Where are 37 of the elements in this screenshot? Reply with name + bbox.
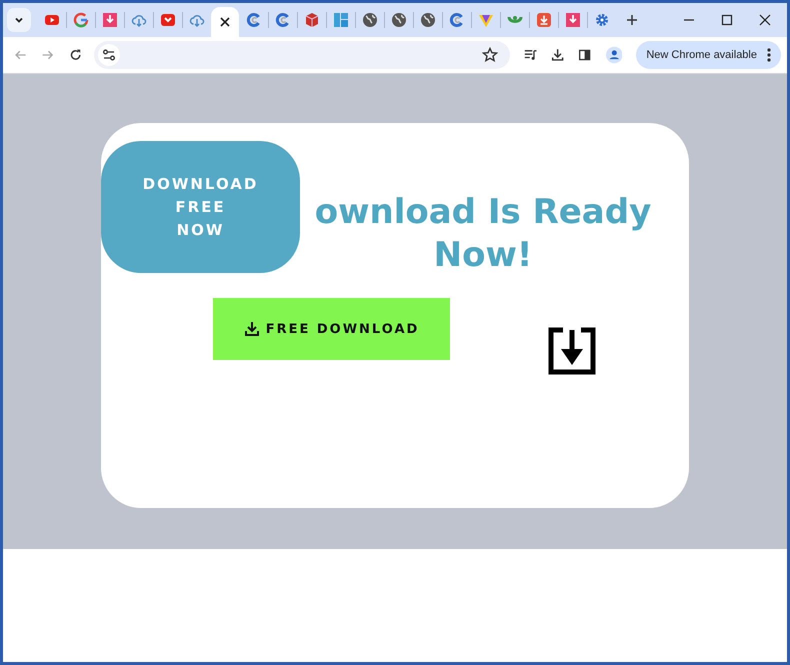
- free-download-button[interactable]: FREE DOWNLOAD: [213, 298, 450, 360]
- download-icon: [102, 12, 118, 28]
- site-settings-icon[interactable]: [98, 44, 120, 66]
- globe-icon: [362, 12, 378, 28]
- download-icon: [536, 12, 552, 28]
- play-icon: [44, 12, 60, 28]
- cloud-download-icon: [130, 12, 146, 28]
- cube-icon: [304, 12, 320, 28]
- swirl-icon: [246, 12, 262, 28]
- cloud-download-icon: [188, 12, 204, 28]
- tab-list-button[interactable]: [7, 8, 31, 32]
- media-icon[interactable]: [524, 47, 538, 63]
- swirl-icon: [274, 12, 290, 28]
- globe-icon: [420, 12, 436, 28]
- more-icon[interactable]: [767, 48, 771, 62]
- download-box-icon: [548, 327, 596, 375]
- download-icon: [244, 321, 260, 337]
- letter-g-icon: [72, 12, 88, 28]
- gear-icon: [594, 12, 610, 28]
- side-panel-icon[interactable]: [578, 47, 592, 63]
- close-icon[interactable]: [220, 17, 230, 27]
- close-icon[interactable]: [759, 14, 771, 26]
- swirl-icon: [448, 12, 464, 28]
- address-field[interactable]: [94, 41, 510, 69]
- download-icon: [564, 12, 580, 28]
- update-button[interactable]: New Chrome available: [636, 41, 781, 69]
- reload-icon[interactable]: [68, 47, 82, 63]
- squares-icon: [332, 12, 348, 28]
- new-tab-icon[interactable]: [625, 13, 639, 27]
- star-icon[interactable]: [482, 47, 498, 63]
- globe-icon: [390, 12, 406, 28]
- download-icon[interactable]: [551, 47, 564, 63]
- maximize-icon[interactable]: [721, 14, 733, 26]
- browser-tab[interactable]: [211, 7, 239, 37]
- profile-icon[interactable]: [606, 45, 622, 65]
- triangle-icon: [478, 12, 494, 28]
- heading: ownload Is Ready Now!: [314, 191, 652, 277]
